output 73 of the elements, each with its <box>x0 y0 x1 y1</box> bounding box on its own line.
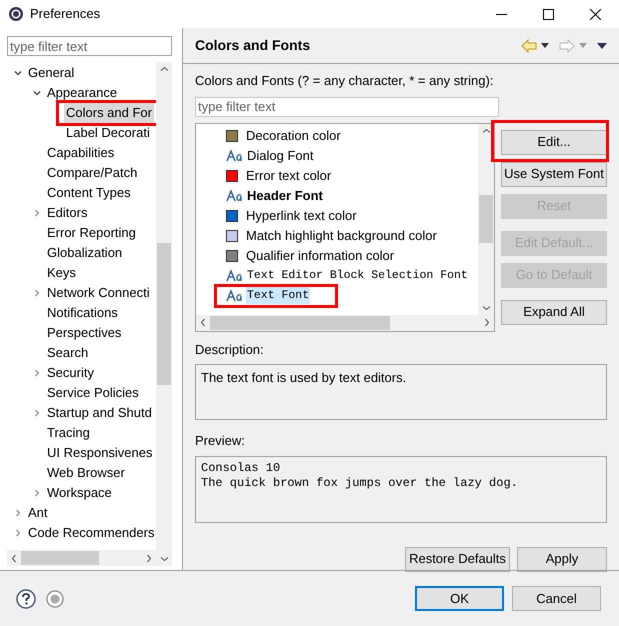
scroll-thumb[interactable] <box>21 551 99 565</box>
tree-item[interactable]: Compare/Patch <box>45 163 140 183</box>
tree-item[interactable]: Ant <box>26 503 50 523</box>
dialog-button[interactable]: Cancel <box>512 586 601 611</box>
scroll-thumb[interactable] <box>157 242 171 386</box>
font-icon <box>226 150 244 162</box>
tree-item[interactable]: Capabilities <box>45 143 116 163</box>
list-item[interactable]: Header Font <box>246 186 324 206</box>
filter-label: Colors and Fonts (? = any character, * = any string): <box>195 72 494 90</box>
page-title: Colors and Fonts <box>195 36 310 55</box>
scrollbar[interactable] <box>478 124 494 314</box>
view-menu-icon[interactable] <box>597 42 607 48</box>
scroll-thumb[interactable] <box>479 194 493 244</box>
list-item[interactable]: Hyperlink text color <box>245 206 358 226</box>
tree-item[interactable]: Security <box>45 363 96 383</box>
tree-item[interactable]: UI Responsivenes <box>45 443 154 463</box>
description-box: The text font is used by text editors. <box>195 364 607 420</box>
tree-item[interactable]: Colors and For <box>64 103 154 123</box>
chevron-right-icon[interactable] <box>32 408 42 418</box>
help-icon[interactable] <box>16 588 36 608</box>
font-icon <box>226 270 244 282</box>
tree-item[interactable]: Error Reporting <box>45 223 138 243</box>
list-item[interactable]: Error text color <box>245 166 332 186</box>
side-button[interactable]: Use System Font <box>501 162 607 186</box>
forward-arrow-icon[interactable] <box>559 38 575 52</box>
chevron-right-icon[interactable] <box>32 288 42 298</box>
window-title: Preferences <box>30 5 100 24</box>
scrollbar[interactable] <box>156 62 172 566</box>
tree-item[interactable]: Perspectives <box>45 323 124 343</box>
tree-item[interactable]: Web Browser <box>45 463 127 483</box>
tree-item[interactable]: Network Connecti <box>45 283 152 303</box>
tree-item[interactable]: Service Policies <box>45 383 141 403</box>
tree-item[interactable]: Startup and Shutd <box>45 403 154 423</box>
tree-item[interactable]: Appearance <box>45 83 120 103</box>
tree-item[interactable]: Notifications <box>45 303 120 323</box>
list-item[interactable]: Text Font <box>246 286 310 304</box>
preview-text: The quick brown fox jumps over the lazy dog. <box>201 476 519 490</box>
tree-item[interactable]: General <box>26 63 76 83</box>
font-icon <box>226 290 244 302</box>
tree-item[interactable]: Keys <box>45 263 78 283</box>
scrollbar[interactable] <box>196 314 494 330</box>
tree-item[interactable]: Content Types <box>45 183 133 203</box>
scrollbar[interactable] <box>7 550 156 566</box>
list-item[interactable]: Match highlight background color <box>245 226 438 246</box>
action-button[interactable]: Restore Defaults <box>405 546 510 572</box>
tree-item[interactable]: Search <box>45 343 90 363</box>
chevron-right-icon[interactable] <box>32 368 42 378</box>
description-label: Description: <box>195 340 265 359</box>
action-button[interactable]: Apply <box>517 546 607 572</box>
list-item[interactable]: Qualifier information color <box>245 246 396 266</box>
side-button[interactable]: Edit... <box>501 130 607 154</box>
tree-item[interactable]: Globalization <box>45 243 124 263</box>
tree-item[interactable]: Workspace <box>45 483 114 503</box>
scroll-thumb[interactable] <box>210 316 390 330</box>
tree-item[interactable]: Tracing <box>45 423 92 443</box>
close-icon[interactable] <box>590 8 601 20</box>
record-icon[interactable] <box>46 590 64 608</box>
dialog-button[interactable]: OK <box>415 586 504 611</box>
maximize-icon[interactable] <box>543 8 554 20</box>
list-item[interactable]: Dialog Font <box>246 146 314 166</box>
caret-icon[interactable] <box>541 43 549 48</box>
tree-item[interactable]: Label Decorati <box>64 123 152 143</box>
font-icon <box>226 190 244 202</box>
preview-label: Preview: <box>195 432 246 450</box>
list-item[interactable]: Text Editor Block Selection Font <box>246 266 469 284</box>
filter-field[interactable]: type filter text <box>7 36 172 56</box>
filter-field[interactable]: type filter text <box>195 96 499 116</box>
side-button[interactable]: Expand All <box>501 300 607 324</box>
chevron-right-icon[interactable] <box>32 208 42 218</box>
tree-item[interactable]: Code Recommenders <box>26 523 156 543</box>
preview-text: Consolas 10 <box>201 460 282 476</box>
tree-item[interactable]: Editors <box>45 203 90 223</box>
list-item[interactable]: Decoration color <box>245 126 342 146</box>
